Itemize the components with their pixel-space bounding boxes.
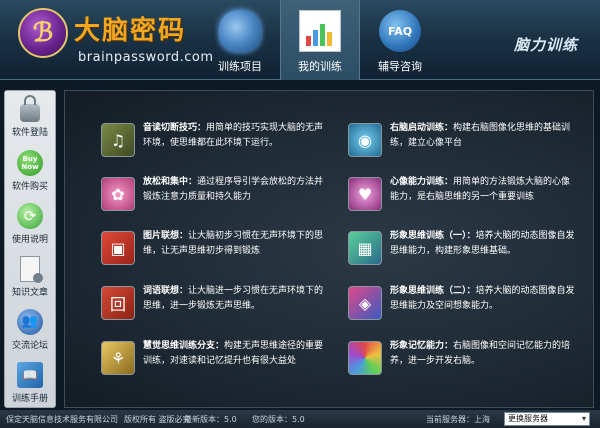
heart-icon: ♥ <box>348 177 382 211</box>
lock-icon <box>20 94 40 122</box>
top-nav: 训练项目 我的训练 FAQ 辅导咨询 <box>200 0 440 80</box>
card-title: 放松和集中： <box>143 177 198 187</box>
training-card-image-thinking-2[interactable]: ◈ 形象思维训练（二）：培养大脑的动态图像自发思维能力及空间想象能力。 <box>348 284 578 326</box>
card-title: 右脑启动训练： <box>390 123 454 133</box>
training-panel: ♫ 音读切断技巧：用简单的技巧实现大脑的无声环境，使思维都在此环境下运行。 ✿ … <box>64 90 594 408</box>
nav-consulting[interactable]: FAQ 辅导咨询 <box>360 0 440 80</box>
nav-my-training[interactable]: 我的训练 <box>280 0 360 80</box>
server-select[interactable]: 更换服务器 <box>504 412 590 426</box>
card-text: 图片联想：让大脑初步习惯在无声环境下的思维，让无声思维初步得到锻炼 <box>143 229 329 259</box>
brand-url: brainpassword.com <box>78 50 214 65</box>
sidebar-item-label: 知识文章 <box>11 287 48 298</box>
card-text: 心像能力训练：用简单的方法锻炼大脑的心像能力，是右脑思维的另一个重要训练 <box>390 175 576 205</box>
card-title: 心像能力训练： <box>390 177 454 187</box>
card-title: 音读切断技巧： <box>143 123 207 133</box>
card-title: 形象思维训练（二）： <box>390 286 476 296</box>
card-title: 形象思维训练（一）： <box>390 231 476 241</box>
app-header: ℬ 大脑密码 brainpassword.com 训练项目 我的训练 FAQ 辅… <box>0 0 600 80</box>
nav-label: 我的训练 <box>298 60 342 73</box>
camera-icon: ◉ <box>348 123 382 157</box>
sidebar-item-articles[interactable]: 知识文章 <box>5 250 55 303</box>
sidebar-item-login[interactable]: 软件登陆 <box>5 91 55 144</box>
training-card-word-association[interactable]: 回 词语联想：让大脑进一步习惯在无声环境下的思维，进一步锻炼无声思维。 <box>101 284 331 326</box>
status-bar: 保定天脑信息技术服务有限公司 版权所有 盗版必究 最新版本：5.0 您的版本：5… <box>0 410 600 428</box>
brand-name: 大脑密码 <box>74 16 187 46</box>
training-card-mental-image[interactable]: ♥ 心像能力训练：用简单的方法锻炼大脑的心像能力，是右脑思维的另一个重要训练 <box>348 175 578 217</box>
forum-icon: 👥 <box>17 308 43 335</box>
help-icon: ⟳ <box>17 202 43 229</box>
training-card-relax-focus[interactable]: ✿ 放松和集中：通过程序导引学会放松的方法并锻炼注意力质量和持久能力 <box>101 175 331 217</box>
training-card-picture-association[interactable]: ▣ 图片联想：让大脑初步习惯在无声环境下的思维，让无声思维初步得到锻炼 <box>101 229 331 271</box>
brain-icon <box>219 10 261 52</box>
sidebar-item-label: 使用说明 <box>11 234 48 245</box>
grid-icon: ▦ <box>348 231 382 265</box>
copyright: 版权所有 盗版必究 <box>124 414 191 424</box>
card-text: 形象思维训练（一）：培养大脑的动态图像自发思维能力，构建形象思维基础。 <box>390 229 576 259</box>
sidebar-item-buy[interactable]: Buy Now 软件购买 <box>5 144 55 197</box>
card-text: 形象记忆能力：右脑图像和空间记忆能力的培养，进一步开发右脑。 <box>390 339 576 369</box>
card-title: 图片联想： <box>143 231 189 241</box>
sidebar-item-forum[interactable]: 👥 交流论坛 <box>5 303 55 356</box>
sidebar-item-label: 软件购买 <box>11 181 48 192</box>
card-text: 慧觉思维训练分支：构建无声思维途径的重要训练，对速读和记忆提升也有很大益处 <box>143 339 329 369</box>
sidebar-item-label: 软件登陆 <box>11 127 48 138</box>
cube-icon: ◈ <box>348 286 382 320</box>
card-text: 音读切断技巧：用简单的技巧实现大脑的无声环境，使思维都在此环境下运行。 <box>143 121 329 151</box>
image-icon: ▣ <box>101 231 135 265</box>
buy-now-icon: Buy Now <box>17 149 43 176</box>
word-icon: 回 <box>101 286 135 320</box>
manual-icon: 📖 <box>17 361 43 388</box>
nav-training-projects[interactable]: 训练项目 <box>200 0 280 80</box>
training-card-insight-branch[interactable]: ⚘ 慧觉思维训练分支：构建无声思维途径的重要训练，对速读和记忆提升也有很大益处 <box>101 339 331 381</box>
chart-icon <box>299 10 341 52</box>
nav-label: 辅导咨询 <box>378 60 422 73</box>
sidebar-item-help[interactable]: ⟳ 使用说明 <box>5 197 55 250</box>
training-card-right-brain[interactable]: ◉ 右脑启动训练：构建右脑图像化思维的基础训练，建立心像平台 <box>348 121 578 163</box>
nav-label: 训练项目 <box>218 60 262 73</box>
flower-icon: ✿ <box>101 177 135 211</box>
sidebar-item-label: 训练手册 <box>11 393 48 404</box>
sidebar-item-label: 交流论坛 <box>11 340 48 351</box>
current-server: 当前服务器：上海 <box>426 414 490 424</box>
latest-version: 最新版本：5.0 <box>184 414 237 424</box>
your-version: 您的版本：5.0 <box>252 414 305 424</box>
training-card-image-memory[interactable]: 形象记忆能力：右脑图像和空间记忆能力的培养，进一步开发右脑。 <box>348 339 578 381</box>
company-name: 保定天脑信息技术服务有限公司 <box>6 414 118 424</box>
card-title: 词语联想： <box>143 286 189 296</box>
training-card-silent-reading[interactable]: ♫ 音读切断技巧：用简单的技巧实现大脑的无声环境，使思维都在此环境下运行。 <box>101 121 331 163</box>
faq-icon: FAQ <box>379 10 421 52</box>
brain-logo-icon: ℬ <box>18 8 68 58</box>
sidebar: 软件登陆 Buy Now 软件购买 ⟳ 使用说明 知识文章 👥 交流论坛 📖 训… <box>4 90 56 408</box>
training-card-image-thinking-1[interactable]: ▦ 形象思维训练（一）：培养大脑的动态图像自发思维能力，构建形象思维基础。 <box>348 229 578 271</box>
color-wheel-icon <box>348 341 382 375</box>
slogan: 脑力训练 <box>513 36 578 54</box>
branch-icon: ⚘ <box>101 341 135 375</box>
card-title: 形象记忆能力： <box>390 341 454 351</box>
card-text: 右脑启动训练：构建右脑图像化思维的基础训练，建立心像平台 <box>390 121 576 151</box>
card-text: 形象思维训练（二）：培养大脑的动态图像自发思维能力及空间想象能力。 <box>390 284 576 314</box>
sidebar-item-manual[interactable]: 📖 训练手册 <box>5 356 55 409</box>
music-note-icon: ♫ <box>101 123 135 157</box>
card-title: 慧觉思维训练分支： <box>143 341 225 351</box>
document-icon <box>20 255 43 283</box>
card-text: 放松和集中：通过程序导引学会放松的方法并锻炼注意力质量和持久能力 <box>143 175 329 205</box>
card-text: 词语联想：让大脑进一步习惯在无声环境下的思维，进一步锻炼无声思维。 <box>143 284 329 314</box>
